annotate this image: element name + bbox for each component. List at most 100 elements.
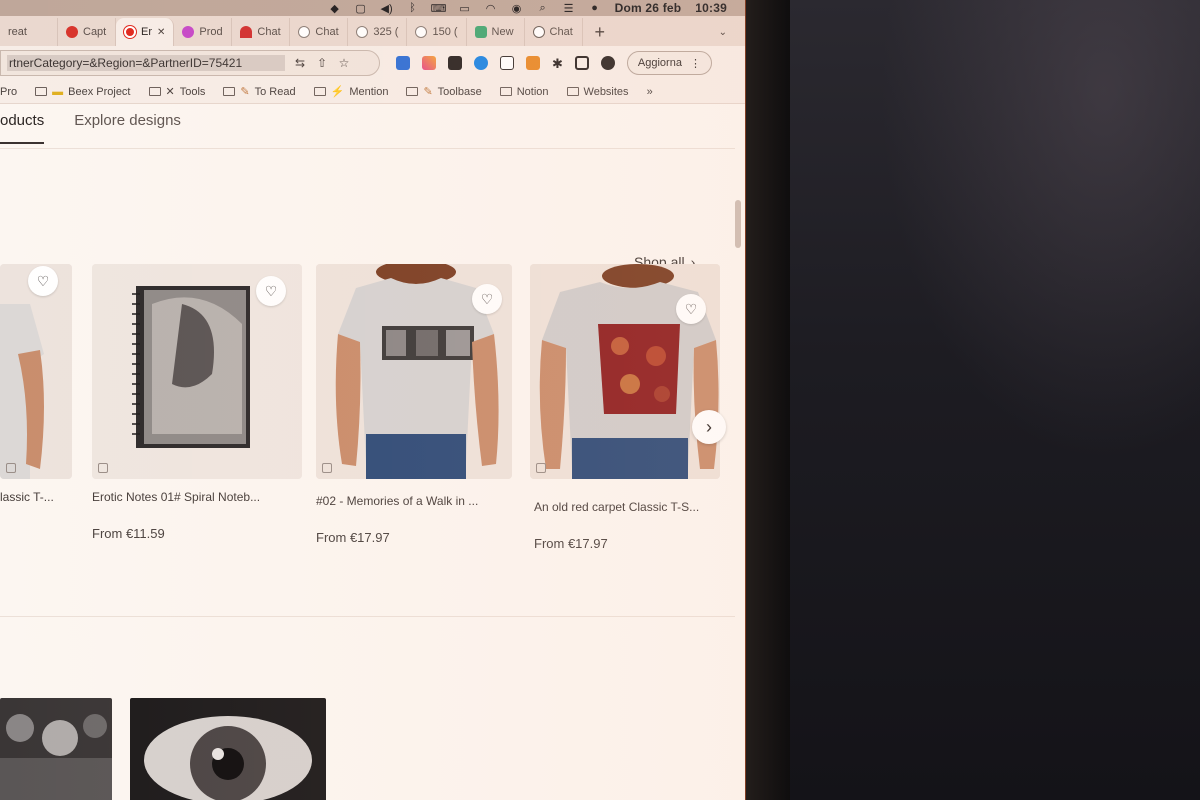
siri-icon[interactable]: ●	[589, 2, 601, 14]
browser-tab[interactable]: reat	[0, 18, 58, 46]
extension-icon[interactable]	[396, 56, 410, 70]
preview-icon	[98, 463, 108, 473]
browser-tab[interactable]: Prod	[174, 18, 233, 46]
update-button[interactable]: Aggiorna ⋮	[626, 51, 712, 75]
bookmark-folder[interactable]: ✎ Toolbase	[406, 85, 482, 98]
bookmark-folder[interactable]: Websites	[566, 86, 629, 98]
tab-label: Chat	[315, 26, 339, 38]
pencil-icon: ✎	[423, 86, 433, 98]
folder-icon	[566, 87, 579, 96]
tab-label: 150 (	[432, 26, 458, 38]
design-thumbnail[interactable]	[130, 698, 326, 800]
subnav-divider	[0, 148, 735, 149]
url-text[interactable]: rtnerCategory=&Region=&PartnerID=75421	[7, 55, 285, 71]
dropbox-icon[interactable]: ◆	[329, 3, 341, 15]
product-card[interactable]: ♡ lassic T-...	[0, 264, 72, 564]
metamask-icon[interactable]	[526, 56, 540, 70]
bookmark-label: Beex Project	[68, 85, 131, 98]
more-bookmarks-icon[interactable]: »	[647, 86, 653, 98]
tab-label: Capt	[83, 26, 107, 38]
puzzle-icon[interactable]: ✱	[552, 56, 563, 71]
address-bar[interactable]: rtnerCategory=&Region=&PartnerID=75421 ⇆…	[0, 50, 380, 76]
product-title[interactable]: lassic T-...	[0, 490, 54, 504]
volume-icon[interactable]: ◀)	[381, 3, 393, 15]
tab-label: reat	[8, 26, 27, 38]
flag-icon: ▬	[52, 85, 64, 98]
product-subnav: oducts Explore designs	[0, 112, 181, 144]
bookmark-folder[interactable]: Notion	[499, 86, 549, 98]
search-icon[interactable]: ⌕	[537, 2, 549, 14]
browser-tab[interactable]: 325 (	[348, 18, 408, 46]
browser-tab[interactable]: New	[467, 18, 525, 46]
browser-tab[interactable]: Capt	[58, 18, 116, 46]
folder-icon	[148, 87, 161, 96]
bookmark-label: Mention	[349, 85, 389, 98]
bookmark-item[interactable]: Pro	[0, 86, 17, 98]
battery-icon[interactable]: ▭	[459, 3, 471, 15]
profile-avatar-icon[interactable]	[600, 56, 615, 70]
pin-icon: ✎	[240, 86, 250, 98]
keyboard-icon[interactable]: ⌨	[431, 3, 447, 15]
browser-tab[interactable]: Chat	[290, 18, 349, 46]
menu-bar-time[interactable]: 10:39	[695, 1, 727, 15]
product-image[interactable]	[0, 264, 72, 479]
product-card[interactable]: ♡ #02 - Memories of a Walk in ... From €…	[316, 264, 512, 564]
preview-icon	[536, 463, 546, 473]
sidepanel-icon[interactable]	[574, 56, 589, 70]
tab-favicon	[240, 26, 253, 38]
tab-label: Prod	[199, 26, 223, 38]
extensions-bar: ✱	[396, 56, 615, 71]
product-title[interactable]: #02 - Memories of a Walk in ...	[316, 494, 478, 508]
wifi-icon[interactable]: ◠	[485, 3, 497, 15]
new-tab-button[interactable]: +	[583, 18, 618, 46]
tab-search-chevron-icon[interactable]: ⌄	[719, 18, 727, 46]
design-thumbnail[interactable]	[0, 698, 112, 800]
tab-explore-designs[interactable]: Explore designs	[74, 112, 181, 144]
carousel-next-button[interactable]: ›	[692, 410, 726, 444]
product-price: From €17.97	[316, 530, 390, 545]
tab-favicon	[66, 26, 78, 38]
share-icon[interactable]: ⇧	[315, 56, 329, 70]
more-menu-icon[interactable]: ⋮	[690, 57, 701, 70]
favorite-heart-icon[interactable]: ♡	[28, 266, 58, 296]
extension-icon[interactable]	[474, 56, 488, 70]
translate-icon[interactable]: ⇆	[293, 56, 307, 70]
preview-icon	[322, 463, 332, 473]
bookmark-folder[interactable]: ✕ Tools	[148, 85, 205, 98]
bluetooth-icon[interactable]: ᛒ	[407, 2, 419, 14]
bookmark-folder[interactable]: ⚡ Mention	[313, 85, 389, 98]
control-center-icon[interactable]: ☰	[563, 3, 575, 15]
browser-tab[interactable]: Chat	[525, 18, 583, 46]
notion-icon[interactable]	[500, 56, 514, 70]
product-card[interactable]: ♡ Erotic Notes 01# Spiral Noteb... From …	[92, 264, 302, 564]
eye-photo-image	[130, 698, 326, 800]
favorite-heart-icon[interactable]: ♡	[676, 294, 706, 324]
product-price: From €17.97	[534, 536, 608, 551]
menu-bar-date[interactable]: Dom 26 feb	[615, 1, 682, 15]
app-icon[interactable]: ▢	[355, 3, 367, 15]
favorite-heart-icon[interactable]: ♡	[472, 284, 502, 314]
favorite-heart-icon[interactable]: ♡	[256, 276, 286, 306]
browser-tab[interactable]: Chat	[232, 18, 291, 46]
product-title[interactable]: Erotic Notes 01# Spiral Noteb...	[92, 490, 260, 504]
bookmark-star-icon[interactable]: ☆	[337, 56, 351, 70]
extension-icon[interactable]	[448, 56, 462, 70]
laptop-screen: ◆ ▢ ◀) ᛒ ⌨ ▭ ◠ ◉ ⌕ ☰ ● Dom 26 feb 10:39 …	[0, 0, 745, 800]
product-card[interactable]: ♡ An old red carpet Classic T-S... From …	[530, 264, 720, 564]
user-icon[interactable]: ◉	[511, 3, 523, 15]
tab-products[interactable]: oducts	[0, 112, 45, 144]
tab-label: Er	[141, 26, 152, 38]
browser-tab-active[interactable]: Er ✕	[116, 18, 175, 46]
bookmark-folder[interactable]: ▬ Beex Project	[35, 85, 131, 98]
close-icon[interactable]: ✕	[157, 27, 165, 38]
product-title[interactable]: An old red carpet Classic T-S...	[534, 500, 699, 514]
browser-tab[interactable]: 150 (	[407, 18, 467, 46]
tools-icon: ✕	[165, 86, 175, 98]
bookmark-folder[interactable]: ✎ To Read	[223, 85, 296, 98]
folder-icon	[223, 87, 236, 96]
update-label: Aggiorna	[637, 57, 682, 69]
scrollbar-thumb[interactable]	[735, 200, 741, 248]
page-content: oducts Explore designs Shop all › ♡ lass…	[0, 104, 745, 800]
instagram-icon[interactable]	[422, 56, 436, 70]
product-price: From €11.59	[92, 526, 165, 541]
